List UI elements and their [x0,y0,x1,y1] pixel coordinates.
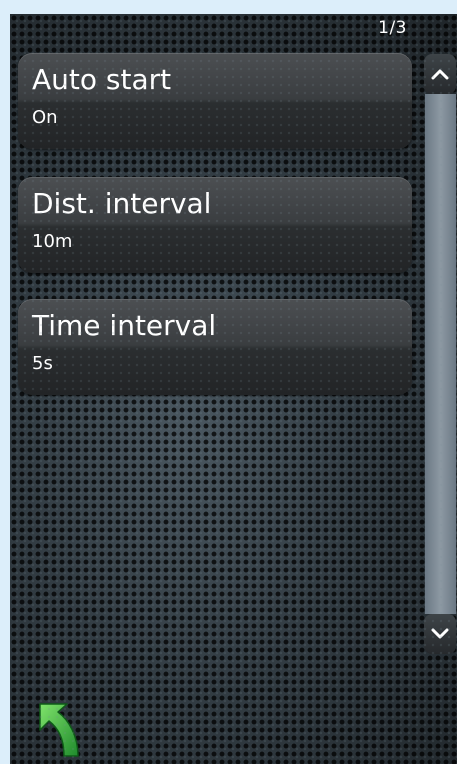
setting-value: 5s [32,353,53,374]
setting-dist-interval[interactable]: Dist. interval 10m [18,177,412,273]
device-screen: 1/3 Auto start On Dist. interval 10m Tim… [10,14,457,764]
chevron-up-icon [431,69,449,80]
setting-title: Dist. interval [32,187,212,220]
back-button[interactable] [36,700,96,760]
setting-time-interval[interactable]: Time interval 5s [18,299,412,395]
setting-value: On [32,107,58,128]
chevron-down-icon [431,628,449,639]
scrollbar[interactable] [422,54,457,654]
setting-title: Time interval [32,309,217,342]
setting-auto-start[interactable]: Auto start On [18,53,412,149]
page-indicator: 1/3 [378,18,407,38]
scroll-up-button[interactable] [424,54,456,94]
setting-value: 10m [32,231,73,252]
scrollbar-rail[interactable] [425,94,456,614]
setting-title: Auto start [32,63,172,96]
scroll-down-button[interactable] [424,614,456,654]
back-arrow-icon [39,703,79,757]
